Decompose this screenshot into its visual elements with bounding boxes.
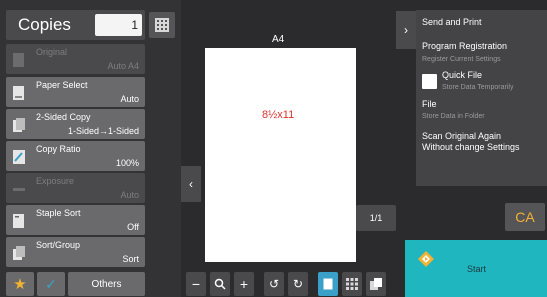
keypad-icon [155, 18, 169, 32]
copies-input[interactable]: 1 [95, 14, 142, 36]
menu-original: Original Auto A4 [6, 44, 145, 74]
pages-icon [370, 278, 382, 290]
others-button[interactable]: Others [68, 272, 145, 296]
paper-size-text: 8½x11 [262, 109, 295, 121]
multi-page-view-button[interactable] [366, 272, 386, 296]
paper-size-label: A4 [272, 34, 285, 45]
start-button[interactable]: Start [405, 240, 547, 297]
menu-paper-select[interactable]: Paper Select Auto [6, 77, 145, 107]
others-label: Others [91, 278, 122, 290]
sort-group-icon [13, 246, 25, 260]
copies-bar: Copies 1 [6, 10, 145, 40]
menu-staple-sort-value: Off [127, 222, 139, 232]
menu-sort-group-value: Sort [122, 254, 139, 264]
menu-2-sided-copy-value: 1-Sided→1-Sided [67, 126, 139, 136]
rotate-left-icon: ↺ [268, 277, 280, 291]
chevron-right-icon: › [404, 23, 408, 37]
preview-paper [205, 48, 356, 262]
menu-original-title: Original [36, 47, 68, 57]
exposure-icon [13, 188, 25, 191]
menu-sort-group[interactable]: Sort/Group Sort [6, 237, 145, 267]
menu-original-value: Auto A4 [107, 61, 139, 71]
copy-ratio-icon [13, 150, 25, 164]
keypad-button[interactable] [149, 12, 175, 38]
menu-exposure-value: Auto [120, 190, 139, 200]
menu-copy-ratio-value: 100% [115, 158, 139, 168]
check-button[interactable]: ✓ [37, 272, 65, 296]
menu-copy-ratio[interactable]: Copy Ratio 100% [6, 141, 145, 171]
send-and-print-link[interactable]: Send and Print [422, 17, 482, 28]
register-current-settings-text: Register Current Settings [422, 56, 501, 63]
menu-exposure-title: Exposure [36, 176, 75, 186]
store-data-in-folder-text: Store Data in Folder [422, 113, 485, 120]
plus-icon: + [239, 276, 249, 292]
minus-icon: − [191, 276, 201, 292]
scan-original-again-link[interactable]: Scan Original Again [422, 131, 501, 142]
two-sided-copy-icon [13, 118, 25, 132]
single-page-view-button[interactable] [318, 272, 338, 296]
start-icon [418, 251, 434, 267]
menu-2-sided-copy-title: 2-Sided Copy [36, 112, 91, 122]
collapse-left-panel-button[interactable]: ‹ [181, 166, 201, 202]
menu-2-sided-copy[interactable]: 2-Sided Copy 1-Sided→1-Sided [6, 109, 145, 139]
preview-toolbar: − + ↺ ↻ [186, 272, 386, 296]
rotate-right-button[interactable]: ↻ [288, 272, 308, 296]
program-registration-link[interactable]: Program Registration [422, 41, 507, 52]
left-settings-panel: Copies 1 Original Auto A4 Paper Select A… [0, 0, 181, 297]
star-icon: ★ [13, 276, 27, 293]
magnifier-icon [214, 278, 226, 290]
file-link[interactable]: File [422, 99, 437, 110]
quick-file-checkbox[interactable] [422, 74, 437, 89]
menu-paper-select-title: Paper Select [36, 80, 88, 90]
grid-view-button[interactable] [342, 272, 362, 296]
menu-paper-select-value: Auto [120, 94, 139, 104]
check-icon: ✓ [45, 275, 57, 292]
paper-select-icon [13, 86, 24, 100]
right-action-panel: Send and Print Program Registration Regi… [416, 10, 547, 186]
favorites-button[interactable]: ★ [6, 272, 34, 296]
menu-sort-group-title: Sort/Group [36, 240, 81, 250]
zoom-button[interactable] [210, 272, 230, 296]
zoom-in-button[interactable]: + [234, 272, 254, 296]
clear-all-button[interactable]: CA [505, 203, 545, 231]
menu-staple-sort[interactable]: Staple Sort Off [6, 205, 145, 235]
rotate-right-icon: ↻ [292, 277, 304, 291]
expand-right-panel-button[interactable]: › [396, 11, 416, 49]
page-counter: 1/1 [356, 205, 396, 231]
start-label: Start [467, 264, 487, 274]
original-icon [13, 53, 24, 67]
rotate-left-button[interactable]: ↺ [264, 272, 284, 296]
page-view-icon [323, 278, 333, 290]
grid-icon [346, 278, 358, 290]
without-change-settings-text[interactable]: Without change Settings [422, 142, 520, 153]
store-data-temporarily-text: Store Data Temporarily [442, 84, 514, 91]
staple-sort-icon [13, 214, 24, 228]
menu-exposure: Exposure Auto [6, 173, 145, 203]
zoom-out-button[interactable]: − [186, 272, 206, 296]
copies-label: Copies [18, 15, 71, 34]
menu-copy-ratio-title: Copy Ratio [36, 144, 81, 154]
quick-file-label[interactable]: Quick File [442, 70, 482, 81]
menu-staple-sort-title: Staple Sort [36, 208, 81, 218]
chevron-left-icon: ‹ [189, 177, 193, 191]
